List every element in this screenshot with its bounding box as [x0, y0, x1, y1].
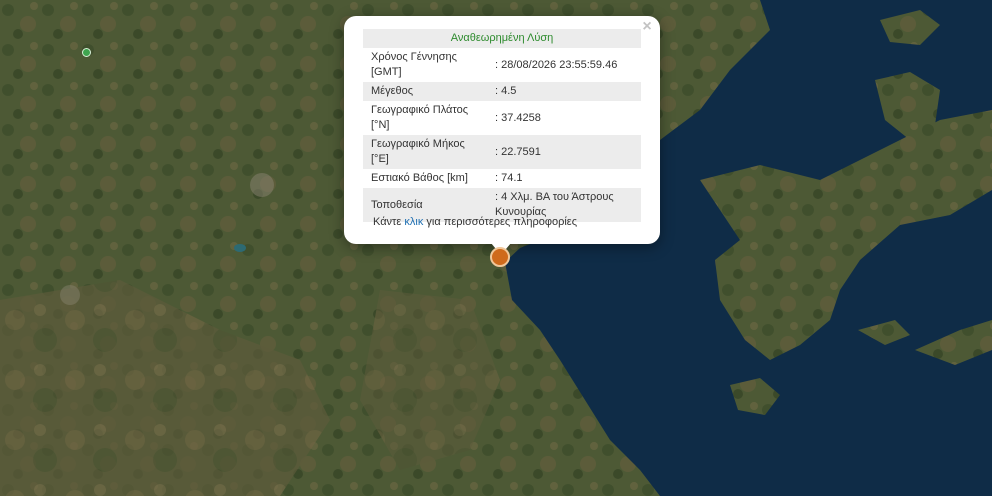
magnitude-value: : 4.5: [487, 82, 641, 101]
latitude-label: Γεωγραφικό Πλάτος [°N]: [371, 104, 469, 131]
origin-time-label: Χρόνος Γέννησης [GMT]: [371, 51, 457, 78]
more-info-link[interactable]: κλικ: [404, 216, 423, 228]
station-marker-icon[interactable]: [82, 48, 91, 57]
lake: [234, 244, 246, 252]
depth-label: Εστιακό Βάθος [km]: [371, 172, 468, 184]
town-west: [60, 285, 80, 305]
longitude-value: : 22.7591: [487, 135, 641, 169]
latitude-value: : 37.4258: [495, 111, 541, 124]
table-row: Γεωγραφικό Πλάτος [°N] : 37.4258: [363, 101, 641, 135]
earthquake-marker-icon[interactable]: [490, 247, 510, 267]
depth-value: : 74.1: [495, 172, 523, 184]
more-info-text: Κάντε κλικ για περισσότερες πληροφορίες: [373, 216, 577, 228]
longitude-label: Γεωγραφικό Μήκος [°E]: [363, 135, 487, 169]
more-info-suffix: για περισσότερες πληροφορίες: [426, 216, 577, 228]
origin-time-value: : 28/08/2026 23:55:59.46: [495, 58, 618, 71]
popup-header: Αναθεωρημένη Λύση: [363, 29, 641, 48]
table-row: Μέγεθος : 4.5: [363, 82, 641, 101]
table-row: Χρόνος Γέννησης [GMT] : 28/08/2026 23:55…: [363, 48, 641, 82]
table-row: Εστιακό Βάθος [km] : 74.1: [363, 169, 641, 188]
more-info-prefix: Κάντε: [373, 216, 402, 228]
earthquake-popup: × Αναθεωρημένη Λύση Χρόνος Γέννησης [GMT…: [344, 16, 660, 244]
magnitude-label: Μέγεθος: [363, 82, 487, 101]
town-tripoli: [250, 173, 274, 197]
info-table: Αναθεωρημένη Λύση Χρόνος Γέννησης [GMT] …: [363, 29, 641, 222]
table-row: Γεωγραφικό Μήκος [°E] : 22.7591: [363, 135, 641, 169]
